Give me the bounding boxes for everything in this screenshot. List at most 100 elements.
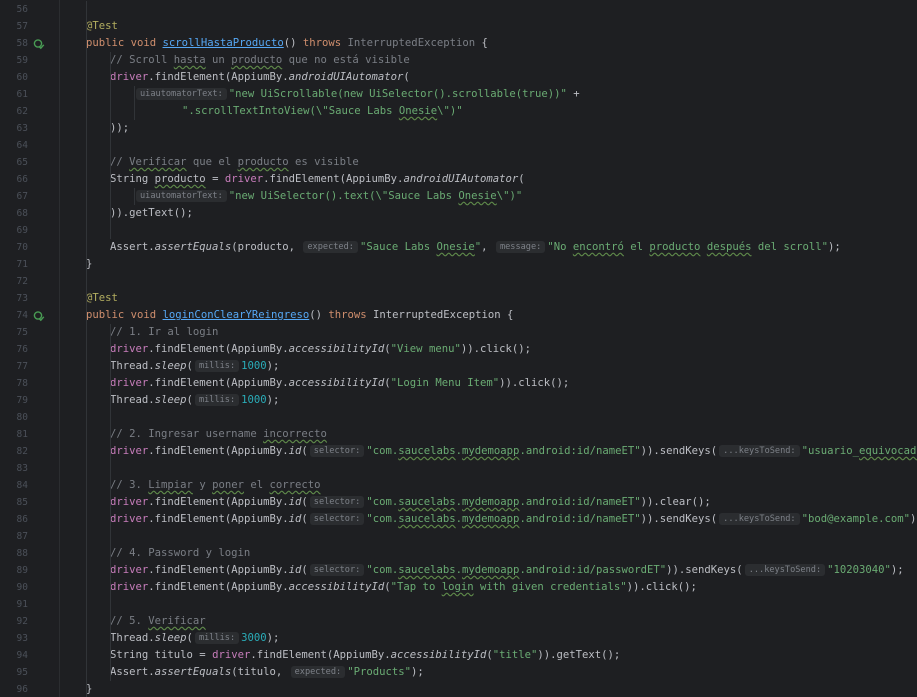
code-token: driver bbox=[110, 377, 149, 389]
code-line[interactable]: 70 Assert.assertEquals(producto, expected… bbox=[0, 239, 917, 256]
code-line[interactable]: 92 // 5. Verificar bbox=[0, 613, 917, 630]
code-line[interactable]: 62 ".scrollTextIntoView(\"Sauce Labs Ones… bbox=[0, 103, 917, 120]
run-test-icon[interactable] bbox=[33, 38, 45, 50]
code-line[interactable]: 68)).getText(); bbox=[0, 205, 917, 222]
code-token: .android:id/passwordET" bbox=[519, 564, 667, 576]
code-token: .android:id/nameET" bbox=[519, 445, 641, 457]
code-line[interactable]: 79 Thread.sleep(millis: 1000); bbox=[0, 392, 917, 409]
code-token: void bbox=[130, 37, 163, 49]
code-token: sleep bbox=[154, 394, 187, 406]
code-token: )).getText(); bbox=[537, 649, 621, 661]
code-line[interactable]: 56 bbox=[0, 1, 917, 18]
line-number: 65 bbox=[16, 157, 28, 168]
parameter-hint: millis: bbox=[194, 394, 240, 406]
code-line[interactable]: 78 driver.findElement(AppiumBy.accessibil… bbox=[0, 375, 917, 392]
code-token: throws bbox=[302, 37, 348, 49]
code-token: "com. bbox=[366, 513, 399, 525]
code-token: equivocado bbox=[859, 445, 917, 457]
code-line[interactable]: 85 driver.findElement(AppiumBy.id(selecto… bbox=[0, 494, 917, 511]
code-line[interactable]: 65 // Verificar que el producto es visibl… bbox=[0, 154, 917, 171]
code-token: .findElement(AppiumBy. bbox=[263, 173, 404, 185]
code-line[interactable]: 94 String titulo = driver.findElement(App… bbox=[0, 647, 917, 664]
code-token: accessibilityId bbox=[288, 343, 385, 355]
code-token: id bbox=[288, 513, 302, 525]
code-text: Assert.assertEquals(producto, expected: "… bbox=[110, 239, 841, 256]
code-token: accessibilityId bbox=[288, 377, 385, 389]
code-line[interactable]: 77 Thread.sleep(millis: 1000); bbox=[0, 358, 917, 375]
code-token: ); bbox=[266, 394, 280, 406]
run-test-icon[interactable] bbox=[33, 310, 45, 322]
code-token: // 5. bbox=[110, 615, 149, 627]
code-line[interactable]: 89 driver.findElement(AppiumBy.id(selecto… bbox=[0, 562, 917, 579]
code-token: { bbox=[475, 37, 488, 49]
code-token: Assert. bbox=[110, 666, 155, 678]
code-line[interactable]: 64 bbox=[0, 137, 917, 154]
code-line[interactable]: 71} bbox=[0, 256, 917, 273]
line-number: 96 bbox=[16, 684, 28, 695]
code-line[interactable]: 66 String producto = driver.findElement(A… bbox=[0, 171, 917, 188]
parameter-hint: selector: bbox=[309, 445, 365, 457]
code-line[interactable]: 80 bbox=[0, 409, 917, 426]
code-line[interactable]: 69 bbox=[0, 222, 917, 239]
code-line[interactable]: 81 // 2. Ingresar username incorrecto bbox=[0, 426, 917, 443]
code-line[interactable]: 76 driver.findElement(AppiumBy.accessibil… bbox=[0, 341, 917, 358]
line-number: 78 bbox=[16, 378, 28, 389]
code-token: producto bbox=[154, 173, 206, 185]
line-number: 64 bbox=[16, 140, 28, 151]
code-token: poner bbox=[212, 479, 244, 491]
code-line[interactable]: 67 uiautomatorText: "new UiSelector().text… bbox=[0, 188, 917, 205]
code-token: "new UiScrollable(new UiSelector().scrol… bbox=[228, 88, 567, 100]
code-token: ); bbox=[410, 666, 424, 678]
code-line[interactable]: 82 driver.findElement(AppiumBy.id(selecto… bbox=[0, 443, 917, 460]
code-token: sleep bbox=[154, 632, 187, 644]
code-text: // 5. Verificar bbox=[110, 613, 206, 630]
code-text: // 4. Password y login bbox=[110, 545, 250, 562]
code-line[interactable]: 63)); bbox=[0, 120, 917, 137]
code-line[interactable]: 83 bbox=[0, 460, 917, 477]
line-number: 91 bbox=[16, 599, 28, 610]
code-line[interactable]: 88 // 4. Password y login bbox=[0, 545, 917, 562]
code-line[interactable]: 86 driver.findElement(AppiumBy.id(selecto… bbox=[0, 511, 917, 528]
parameter-hint: millis: bbox=[194, 360, 240, 372]
code-token: Onesie bbox=[458, 190, 497, 202]
code-token: correcto bbox=[269, 479, 321, 491]
code-token: .findElement(AppiumBy. bbox=[148, 564, 289, 576]
code-line[interactable]: 58 public void scrollHastaProducto() thro… bbox=[0, 35, 917, 52]
code-token: ( bbox=[518, 173, 525, 185]
code-line[interactable]: 73 @Test bbox=[0, 290, 917, 307]
code-token: throws bbox=[328, 309, 374, 321]
line-number: 58 bbox=[16, 38, 28, 49]
line-number: 69 bbox=[16, 225, 28, 236]
code-token: @Test bbox=[86, 20, 118, 32]
code-token: después bbox=[706, 241, 752, 253]
code-token: ); bbox=[890, 564, 904, 576]
code-token: scrollHastaProducto bbox=[162, 37, 284, 49]
code-token: Thread. bbox=[110, 360, 155, 372]
line-number: 77 bbox=[16, 361, 28, 372]
code-token: (producto, bbox=[231, 241, 302, 253]
code-line[interactable]: 84 // 3. Limpiar y poner el correcto bbox=[0, 477, 917, 494]
code-line[interactable]: 61 uiautomatorText: "new UiScrollable(new … bbox=[0, 86, 917, 103]
code-line[interactable]: 74 public void loginConClearYReingreso() … bbox=[0, 307, 917, 324]
code-token: // Scroll bbox=[110, 54, 174, 66]
code-line[interactable]: 87 bbox=[0, 528, 917, 545]
code-editor[interactable]: 56 57 @Test 58 public void scrollHastaProduc… bbox=[0, 0, 917, 697]
parameter-hint: expected: bbox=[290, 666, 346, 678]
code-line[interactable]: 75 // 1. Ir al login bbox=[0, 324, 917, 341]
code-line[interactable]: 95 Assert.assertEquals(titulo, expected: "… bbox=[0, 664, 917, 681]
line-number: 95 bbox=[16, 667, 28, 678]
code-line[interactable]: 72 bbox=[0, 273, 917, 290]
code-text: driver.findElement(AppiumBy.accessibilit… bbox=[110, 341, 531, 358]
parameter-hint: ...keysToSend: bbox=[744, 564, 826, 576]
code-line[interactable]: 91 bbox=[0, 596, 917, 613]
code-line[interactable]: 93 Thread.sleep(millis: 3000); bbox=[0, 630, 917, 647]
line-number: 56 bbox=[16, 4, 28, 15]
code-line[interactable]: 59 // Scroll hasta un producto que no est… bbox=[0, 52, 917, 69]
code-text: // Verificar que el producto es visible bbox=[110, 154, 359, 171]
code-line[interactable]: 96} bbox=[0, 681, 917, 697]
code-token: ( bbox=[186, 632, 193, 644]
code-line[interactable]: 60 driver.findElement(AppiumBy.androidUIA… bbox=[0, 69, 917, 86]
code-line[interactable]: 90 driver.findElement(AppiumBy.accessibil… bbox=[0, 579, 917, 596]
code-line[interactable]: 57 @Test bbox=[0, 18, 917, 35]
code-token: .findElement(AppiumBy. bbox=[148, 377, 289, 389]
